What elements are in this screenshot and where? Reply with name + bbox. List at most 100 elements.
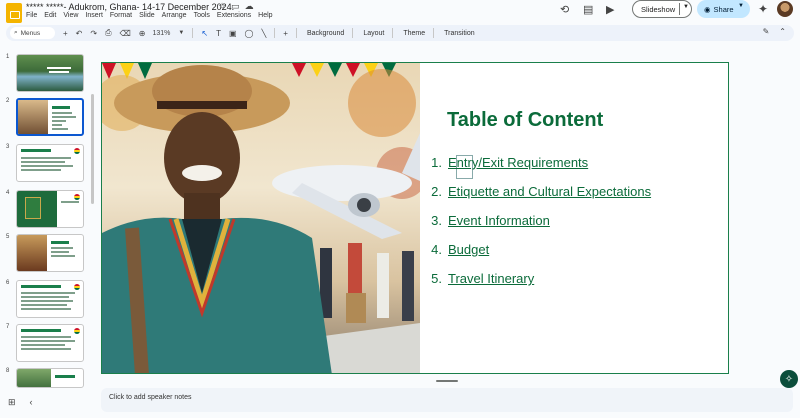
menu-bar: File Edit View Insert Format Slide Arran… [26, 12, 273, 19]
gemini-sparkle-icon[interactable]: ✦ [758, 2, 768, 16]
share-label: Share [713, 4, 734, 14]
assistant-icon[interactable]: ✧ [780, 370, 798, 388]
slide-number: 5 [6, 234, 10, 240]
toc-item-number: 2. [431, 184, 442, 199]
slide-thumbnail-5[interactable]: 5 [0, 234, 96, 274]
speaker-notes-placeholder: Click to add speaker notes [109, 394, 192, 401]
collapse-filmstrip-icon[interactable]: ‹ [30, 397, 33, 408]
traveler-illustration [102, 63, 420, 373]
search-icon: ⌕ [14, 29, 18, 36]
toc-item-link[interactable]: Etiquette and Cultural Expectations [448, 184, 651, 199]
line-icon[interactable]: ╲ [261, 29, 266, 38]
slideshow-label: Slideshow [641, 4, 676, 14]
zoom-icon[interactable]: ⊕ [139, 29, 146, 38]
background-button[interactable]: Background [307, 30, 344, 37]
slide-number: 2 [6, 98, 10, 104]
slide-preview [16, 98, 84, 136]
layout-button[interactable]: Layout [363, 30, 384, 37]
document-title[interactable]: ***** *****- Adukrom, Ghana- 14-17 Decem… [26, 2, 234, 12]
speaker-notes[interactable]: Click to add speaker notes [101, 388, 793, 412]
slide-canvas[interactable]: Table of Content 1. Entry/Exit Requireme… [101, 62, 729, 374]
share-button[interactable]: ◉ Share ▼ [697, 0, 750, 18]
globe-icon: ◉ [704, 4, 711, 14]
filmstrip-scrollbar[interactable] [91, 94, 94, 204]
menu-tools[interactable]: Tools [194, 12, 210, 19]
comment-icon[interactable]: + [283, 29, 288, 38]
paint-format-icon[interactable]: ⌫ [119, 29, 130, 38]
toc-item-number: 1. [431, 155, 442, 170]
collapse-toolbar-icon[interactable]: ⌃ [779, 27, 786, 36]
redo-icon[interactable]: ↷ [90, 29, 97, 38]
slide-thumbnail-3[interactable]: 3 [0, 144, 96, 184]
toc-item-link[interactable]: Travel Itinerary [448, 271, 534, 286]
star-icon[interactable]: ☆ [218, 1, 226, 12]
slide-preview [16, 368, 84, 388]
toolbar-right: ✎ ⌃ [763, 27, 786, 36]
move-folder-icon[interactable]: ▭ [231, 1, 240, 12]
chevron-down-icon[interactable]: ▼ [683, 4, 689, 10]
print-icon[interactable]: ⎙ [105, 28, 111, 38]
title-icons: ☆ ▭ ☁ [218, 1, 254, 12]
slide-number: 8 [6, 368, 10, 374]
toc-item-number: 4. [431, 242, 442, 257]
avatar[interactable] [777, 1, 793, 17]
slide-number: 3 [6, 144, 10, 150]
comments-icon[interactable]: ▤ [583, 3, 593, 16]
menu-view[interactable]: View [63, 12, 78, 19]
zoom-level[interactable]: 131% [153, 30, 171, 37]
slide-preview [16, 144, 84, 182]
toc-item-number: 5. [431, 271, 442, 286]
menu-extensions[interactable]: Extensions [217, 12, 251, 19]
menu-insert[interactable]: Insert [85, 12, 103, 19]
slide-preview [16, 190, 84, 228]
slide-preview [16, 280, 84, 318]
traveler-airport-image[interactable] [102, 63, 420, 373]
slide-preview [16, 234, 84, 272]
slide-number: 7 [6, 324, 10, 330]
notes-resize-handle[interactable] [436, 380, 458, 382]
slide-title[interactable]: Table of Content [447, 109, 603, 132]
pen-icon[interactable]: ✎ [763, 27, 770, 36]
undo-icon[interactable]: ↶ [76, 29, 83, 38]
text-box-icon[interactable]: T [216, 29, 221, 38]
menu-format[interactable]: Format [110, 12, 132, 19]
slides-logo-icon[interactable] [6, 3, 22, 23]
menu-help[interactable]: Help [258, 12, 272, 19]
menu-slide[interactable]: Slide [139, 12, 155, 19]
toc-item-link[interactable]: Event Information [448, 213, 550, 228]
chevron-down-icon[interactable]: ▼ [178, 30, 184, 36]
shape-icon[interactable]: ◯ [245, 29, 254, 38]
slide-number: 4 [6, 190, 10, 196]
menu-file[interactable]: File [26, 12, 37, 19]
slide-number: 1 [6, 54, 10, 60]
toc-item-link[interactable]: Entry/Exit Requirements [448, 155, 588, 170]
slide-thumbnail-7[interactable]: 7 [0, 324, 96, 364]
chevron-down-icon[interactable]: ▼ [738, 3, 744, 9]
slide-preview [16, 324, 84, 362]
slide-thumbnail-1[interactable]: 1 [0, 54, 96, 94]
cloud-saved-icon[interactable]: ☁ [245, 1, 254, 12]
select-cursor-icon[interactable]: ↖ [201, 29, 208, 38]
toc-item-number: 3. [431, 213, 442, 228]
slide-filmstrip[interactable]: 1 2 3 4 5 6 7 8 [0, 44, 96, 388]
theme-button[interactable]: Theme [403, 30, 425, 37]
history-icon[interactable]: ⟲ [560, 3, 569, 16]
image-icon[interactable]: ▣ [229, 29, 237, 38]
toc-item-link[interactable]: Budget [448, 242, 489, 257]
menu-arrange[interactable]: Arrange [162, 12, 187, 19]
slide-thumbnail-6[interactable]: 6 [0, 280, 96, 320]
grid-view-icon[interactable]: ⊞ [8, 397, 16, 408]
slide-thumbnail-2[interactable]: 2 [0, 98, 96, 138]
toolbar: ⌕ Menus + ↶ ↷ ⎙ ⌫ ⊕ 131% ▼ ↖ T ▣ ◯ ╲ + B… [6, 25, 794, 41]
slide-number: 6 [6, 280, 10, 286]
slide-preview [16, 54, 84, 92]
video-call-icon[interactable]: ▶ [606, 3, 614, 16]
search-menus[interactable]: ⌕ Menus [10, 27, 55, 39]
transition-button[interactable]: Transition [444, 30, 474, 37]
new-slide-icon[interactable]: + [63, 29, 68, 38]
slide-thumbnail-4[interactable]: 4 [0, 190, 96, 230]
search-menus-label: Menus [20, 29, 41, 37]
filmstrip-controls: ⊞ ‹ [8, 397, 33, 408]
menu-edit[interactable]: Edit [44, 12, 56, 19]
slideshow-button[interactable]: Slideshow ▼ [632, 0, 692, 18]
